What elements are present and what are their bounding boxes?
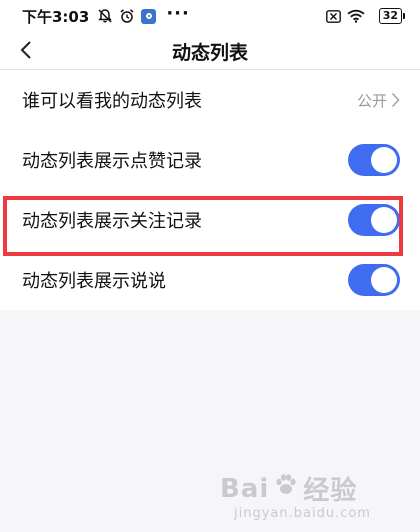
setting-label: 动态列表展示点赞记录	[22, 151, 202, 172]
paw-icon	[273, 472, 299, 505]
toggle-knob	[371, 207, 397, 233]
setting-label: 动态列表展示说说	[22, 271, 166, 292]
likes-toggle[interactable]	[348, 144, 400, 176]
setting-row-posts: 动态列表展示说说	[0, 250, 420, 310]
nav-bar: 动态列表	[0, 32, 420, 70]
status-bar: 下午3:03 ··· 32	[0, 0, 420, 32]
setting-value: 公开	[356, 91, 387, 110]
chevron-right-icon	[391, 92, 400, 108]
alarm-icon	[119, 8, 135, 24]
setting-label: 谁可以看我的动态列表	[22, 91, 202, 112]
app-badge-icon	[141, 8, 157, 24]
setting-row-visibility[interactable]: 谁可以看我的动态列表 公开	[0, 70, 420, 130]
wifi-icon	[347, 9, 365, 23]
setting-row-likes: 动态列表展示点赞记录	[0, 130, 420, 190]
battery-icon: 32	[378, 8, 406, 24]
toggle-knob	[371, 147, 397, 173]
posts-toggle[interactable]	[348, 264, 400, 296]
sim-off-icon	[325, 9, 341, 23]
setting-label: 动态列表展示关注记录	[22, 211, 202, 232]
setting-row-follows: 动态列表展示关注记录	[0, 190, 420, 250]
watermark: Bai 经验 jingyan.baidu.com	[220, 470, 410, 530]
battery-level: 32	[382, 9, 398, 22]
mute-bell-icon	[97, 8, 113, 24]
settings-list: 谁可以看我的动态列表 公开 动态列表展示点赞记录 动态列表展示关注记录 动态列表…	[0, 70, 420, 310]
toggle-knob	[371, 267, 397, 293]
status-time: 下午3:03	[22, 7, 90, 26]
watermark-url: jingyan.baidu.com	[234, 506, 371, 521]
page-title: 动态列表	[171, 42, 248, 64]
watermark-brand-left: Bai	[220, 473, 270, 504]
more-status-icon: ···	[166, 3, 190, 24]
watermark-brand-right: 经验	[303, 476, 358, 506]
follows-toggle[interactable]	[348, 204, 400, 236]
